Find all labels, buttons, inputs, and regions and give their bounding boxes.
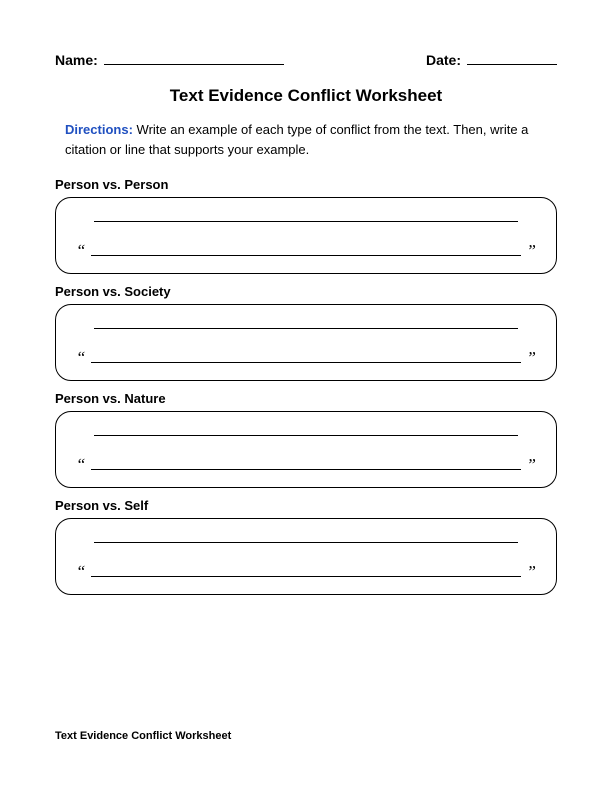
example-line[interactable] [94,541,518,543]
section-label: Person vs. Person [55,177,557,192]
section-label: Person vs. Nature [55,391,557,406]
citation-line[interactable] [91,575,520,577]
directions-text: Write an example of each type of conflic… [65,122,528,157]
directions: Directions: Write an example of each typ… [65,120,557,159]
close-quote: ” [527,563,536,580]
worksheet-page: Name: Date: Text Evidence Conflict Works… [0,0,612,792]
date-group: Date: [426,50,557,68]
open-quote: “ [76,563,85,580]
conflict-box: “ ” [55,304,557,381]
conflict-box: “ ” [55,518,557,595]
open-quote: “ [76,242,85,259]
example-line[interactable] [94,327,518,329]
name-label: Name: [55,52,98,68]
open-quote: “ [76,456,85,473]
footer-text: Text Evidence Conflict Worksheet [55,730,231,742]
name-group: Name: [55,50,284,68]
open-quote: “ [76,349,85,366]
citation-line[interactable] [91,254,520,256]
conflict-box: “ ” [55,411,557,488]
date-label: Date: [426,52,461,68]
name-input-line[interactable] [104,50,284,65]
example-line[interactable] [94,220,518,222]
citation-row: “ ” [76,242,536,259]
close-quote: ” [527,349,536,366]
example-line[interactable] [94,434,518,436]
conflict-box: “ ” [55,197,557,274]
citation-line[interactable] [91,361,520,363]
citation-line[interactable] [91,468,520,470]
close-quote: ” [527,242,536,259]
directions-label: Directions: [65,122,133,137]
header-row: Name: Date: [55,50,557,68]
section-label: Person vs. Society [55,284,557,299]
date-input-line[interactable] [467,50,557,65]
section-label: Person vs. Self [55,498,557,513]
citation-row: “ ” [76,563,536,580]
citation-row: “ ” [76,349,536,366]
page-title: Text Evidence Conflict Worksheet [55,86,557,106]
citation-row: “ ” [76,456,536,473]
close-quote: ” [527,456,536,473]
